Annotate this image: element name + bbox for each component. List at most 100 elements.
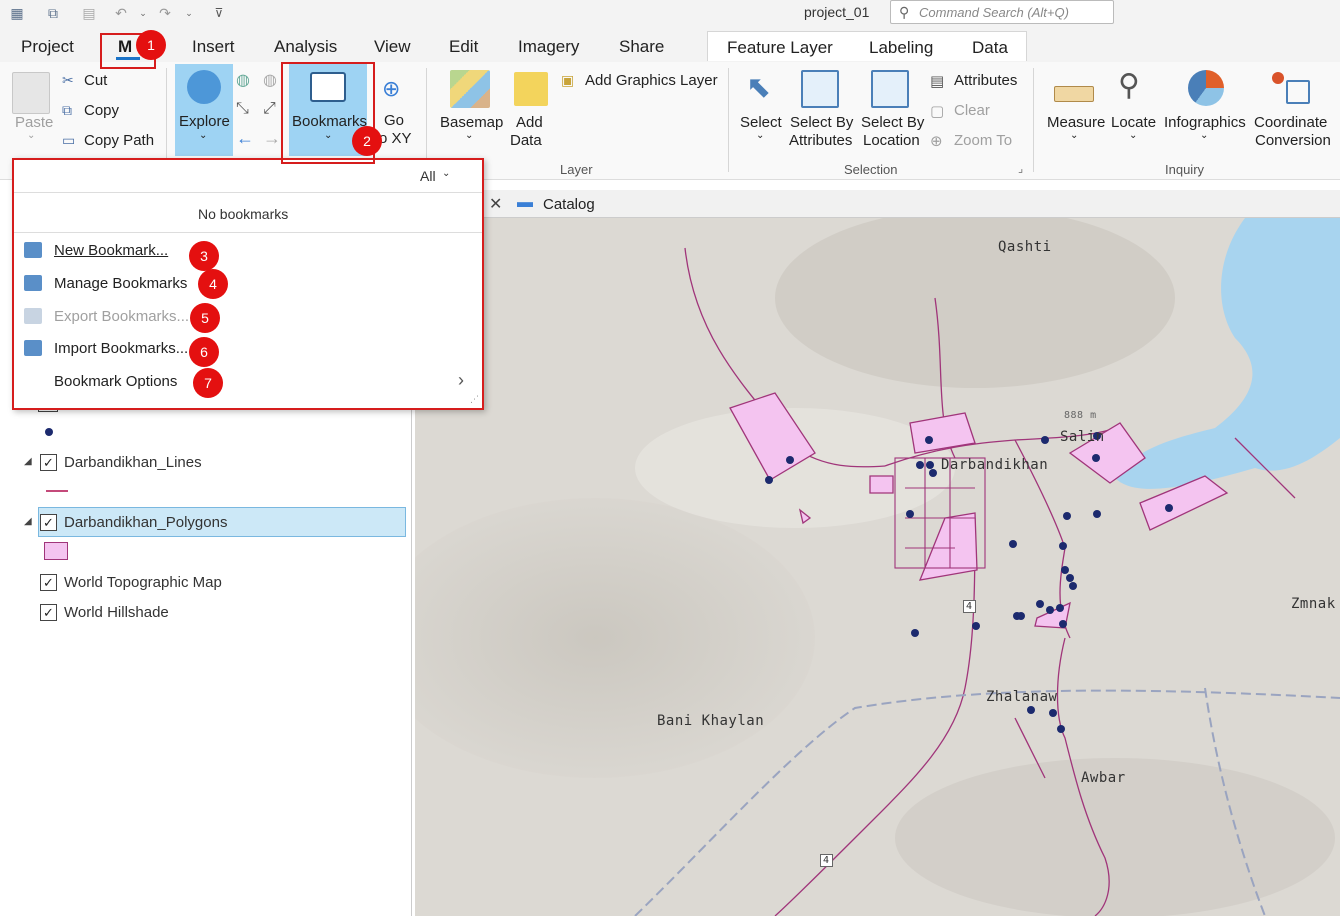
redo-icon[interactable]: ↷ xyxy=(156,4,174,22)
line-symbol xyxy=(46,490,68,492)
undo-icon[interactable]: ↶ xyxy=(112,4,130,22)
menu-item-bookmark-options[interactable]: Bookmark Options xyxy=(54,373,177,390)
command-search-input[interactable]: ⚲ Command Search (Alt+Q) xyxy=(890,0,1114,24)
paste-button[interactable]: Paste xyxy=(15,114,53,131)
full-extent-icon[interactable]: ◍ xyxy=(236,70,250,90)
tab-imagery[interactable]: Imagery xyxy=(518,37,579,57)
new-bookmark-icon xyxy=(24,242,42,258)
coordinate-conversion-button[interactable]: Coordinate xyxy=(1254,114,1327,131)
layer-checkbox[interactable]: ✓ xyxy=(40,604,57,621)
attributes-table-icon: ▤ xyxy=(930,73,945,90)
tab-analysis[interactable]: Analysis xyxy=(274,37,337,57)
menu-item-export-bookmarks[interactable]: Export Bookmarks... xyxy=(54,308,189,325)
menu-item-manage-bookmarks[interactable]: Manage Bookmarks xyxy=(54,275,187,292)
copy-path-button[interactable]: Copy Path xyxy=(84,132,154,149)
expand-arrow-icon[interactable]: ◢ xyxy=(24,456,32,467)
menu-item-new-bookmark[interactable]: New Bookmark... xyxy=(54,242,168,259)
clear-button[interactable]: Clear xyxy=(954,102,990,119)
basemap-button[interactable]: Basemap xyxy=(440,114,503,131)
chevron-down-icon: ⌄ xyxy=(1200,130,1209,141)
next-extent-icon[interactable]: → xyxy=(263,128,281,149)
infographics-button[interactable]: Infographics xyxy=(1164,114,1246,131)
open-project-icon[interactable]: ⧉ xyxy=(44,4,62,22)
bookmarks-filter[interactable]: All xyxy=(420,168,436,184)
point-symbol xyxy=(45,428,53,436)
tab-project[interactable]: Project xyxy=(21,37,74,57)
layer-checkbox[interactable]: ✓ xyxy=(40,454,57,471)
fixed-zoom-icon[interactable]: ◍ xyxy=(263,70,277,90)
select-by-attributes-icon xyxy=(801,70,839,108)
road-shield: 4 xyxy=(820,854,833,867)
layer-name[interactable]: World Topographic Map xyxy=(64,574,222,591)
map-canvas[interactable] xyxy=(415,218,1340,916)
chevron-down-icon: ⌄ xyxy=(199,130,208,141)
map-view[interactable]: Qashti Salin Darbandikhan Zmnak Zhalanaw… xyxy=(415,218,1340,916)
step-badge: 6 xyxy=(189,337,219,367)
layer-name[interactable]: World Hillshade xyxy=(64,604,169,621)
zoom-out-icon[interactable]: ⤢ xyxy=(263,100,276,118)
measure-button[interactable]: Measure xyxy=(1047,114,1105,131)
add-data-button[interactable]: Add xyxy=(516,114,543,131)
explore-button[interactable]: Explore ⌄ xyxy=(175,64,233,156)
new-project-icon[interactable]: ▦ xyxy=(8,4,26,22)
add-graphics-layer-button[interactable]: Add Graphics Layer xyxy=(585,72,718,89)
tab-data[interactable]: Data xyxy=(972,38,1008,58)
layer-name[interactable]: Darbandikhan_Polygons xyxy=(64,514,227,531)
add-data-label-2: Data xyxy=(510,132,542,149)
step-badge: 3 xyxy=(189,241,219,271)
context-tabs: Feature Layer Labeling Data xyxy=(707,31,1027,61)
chevron-down-icon: ⌄ xyxy=(27,130,36,141)
layer-group-label: Layer xyxy=(560,162,593,177)
tab-share[interactable]: Share xyxy=(619,37,664,57)
tab-labeling[interactable]: Labeling xyxy=(869,38,933,58)
customize-toolbar-icon[interactable]: ⊽ xyxy=(210,4,228,22)
previous-extent-icon[interactable]: ← xyxy=(236,128,254,149)
chevron-down-icon[interactable]: ⌄ xyxy=(442,168,450,179)
chevron-down-icon: ⌄ xyxy=(1070,130,1079,141)
coordinate-table-icon xyxy=(1286,80,1310,104)
layer-checkbox[interactable]: ✓ xyxy=(40,514,57,531)
step-badge: 7 xyxy=(193,368,223,398)
explore-label: Explore xyxy=(179,113,230,130)
selection-group-label: Selection xyxy=(844,162,898,177)
select-button[interactable]: Select xyxy=(740,114,782,131)
locate-button[interactable]: Locate xyxy=(1111,114,1156,131)
map-label: Qashti xyxy=(998,239,1052,255)
select-by-attributes-label-2: Attributes xyxy=(789,132,853,149)
inquiry-group-label: Inquiry xyxy=(1165,162,1205,177)
tab-view[interactable]: View xyxy=(374,37,411,57)
chevron-down-icon: ⌄ xyxy=(465,130,474,141)
go-to-xy-icon: ⊕ xyxy=(382,76,401,101)
coordinate-conversion-label-2: Conversion xyxy=(1255,132,1331,149)
copy-icon: ⧉ xyxy=(62,102,72,118)
zoom-to-button[interactable]: Zoom To xyxy=(954,132,1012,149)
menu-item-import-bookmarks[interactable]: Import Bookmarks... xyxy=(54,340,188,357)
polygon-symbol xyxy=(44,542,68,560)
chevron-down-icon[interactable]: ⌄ xyxy=(134,4,152,22)
select-by-attributes-button[interactable]: Select By xyxy=(790,114,853,131)
tab-feature-layer[interactable]: Feature Layer xyxy=(727,38,833,58)
map-label: Zmnak xyxy=(1291,596,1336,612)
dialog-launcher-icon[interactable]: ⌟ xyxy=(1018,162,1023,175)
zoom-in-icon[interactable]: ⤡ xyxy=(236,100,249,118)
go-to-xy-button[interactable]: Go xyxy=(384,112,404,129)
tab-insert[interactable]: Insert xyxy=(192,37,235,57)
save-project-icon[interactable]: ▤ xyxy=(80,4,98,22)
tab-edit[interactable]: Edit xyxy=(449,37,478,57)
layer-checkbox[interactable]: ✓ xyxy=(40,574,57,591)
select-by-location-icon xyxy=(871,70,909,108)
tab-catalog[interactable]: Catalog xyxy=(543,196,595,213)
map-label: Darbandikhan xyxy=(941,457,1049,473)
expand-arrow-icon[interactable]: ◢ xyxy=(24,516,32,527)
select-by-location-button[interactable]: Select By xyxy=(861,114,924,131)
layer-name[interactable]: Darbandikhan_Lines xyxy=(64,454,202,471)
attributes-button[interactable]: Attributes xyxy=(954,72,1017,89)
chevron-down-icon[interactable]: ⌄ xyxy=(180,4,198,22)
copy-button[interactable]: Copy xyxy=(84,102,119,119)
window-title: project_01 xyxy=(804,4,870,20)
close-icon[interactable]: ✕ xyxy=(489,194,502,214)
graphics-layer-icon: ▣ xyxy=(561,72,575,88)
road-shield: 4 xyxy=(963,600,976,613)
resize-grip-icon[interactable]: ⋰ xyxy=(470,394,479,405)
cut-button[interactable]: Cut xyxy=(84,72,107,89)
